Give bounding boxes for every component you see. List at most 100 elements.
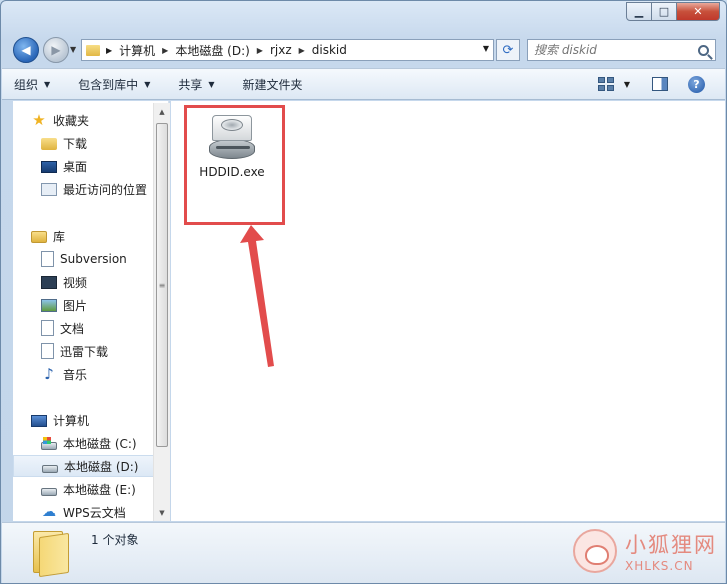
nav-desktop[interactable]: 桌面 bbox=[13, 155, 154, 177]
nav-label: 下载 bbox=[63, 136, 88, 151]
nav-videos[interactable]: 视频 bbox=[13, 271, 154, 293]
breadcrumb: 计算机 ▶ 本地磁盘 (D:) ▶ rjxz ▶ diskid bbox=[119, 42, 347, 59]
share-menu[interactable]: 共享 ▼ bbox=[178, 76, 230, 93]
history-dropdown[interactable]: ▼ bbox=[70, 45, 76, 54]
nav-music[interactable]: ♪ 音乐 bbox=[13, 363, 154, 385]
recent-places-icon bbox=[41, 183, 57, 196]
close-button[interactable]: ✕ bbox=[677, 2, 720, 21]
nav-wps-cloud[interactable]: ☁ WPS云文档 bbox=[13, 501, 154, 521]
share-label: 共享 bbox=[178, 77, 203, 92]
nav-subversion[interactable]: Subversion bbox=[13, 248, 154, 270]
watermark-en: XHLKS.CN bbox=[625, 559, 694, 573]
item-count: 1 个对象 bbox=[91, 533, 139, 547]
back-button[interactable]: ◀ bbox=[13, 37, 39, 63]
nav-label: 视频 bbox=[63, 275, 88, 290]
music-note-icon: ♪ bbox=[44, 365, 54, 383]
nav-label: 计算机 bbox=[53, 413, 90, 428]
scroll-thumb[interactable]: ≡ bbox=[156, 123, 168, 447]
nav-drive-e[interactable]: 本地磁盘 (E:) bbox=[13, 478, 154, 500]
command-bar: 组织 ▼ 包含到库中 ▼ 共享 ▼ 新建文件夹 ▼ ? bbox=[2, 68, 725, 100]
file-list-area[interactable]: HDDID.exe bbox=[171, 101, 725, 521]
watermark: 小狐狸网 XHLKS.CN bbox=[573, 529, 717, 573]
nav-label: 最近访问的位置 bbox=[63, 182, 148, 197]
nav-label: 本地磁盘 (D:) bbox=[64, 459, 139, 474]
arrow-left-icon: ◀ bbox=[21, 43, 31, 57]
crumb-drive-d[interactable]: 本地磁盘 (D:) bbox=[175, 42, 249, 59]
preview-pane-icon[interactable] bbox=[652, 77, 668, 91]
nav-pictures[interactable]: 图片 bbox=[13, 294, 154, 316]
folder-icon bbox=[86, 44, 100, 56]
address-bar[interactable]: ▶ 计算机 ▶ 本地磁盘 (D:) ▶ rjxz ▶ diskid ▼ bbox=[81, 39, 494, 61]
chevron-right-icon[interactable]: ▶ bbox=[257, 46, 263, 55]
document-library-icon bbox=[41, 251, 54, 267]
library-icon bbox=[31, 231, 47, 243]
navigation-pane: ★ 收藏夹 下载 桌面 最近访问的位置 库 Subversion 视频 图片 文… bbox=[13, 101, 169, 521]
nav-recent[interactable]: 最近访问的位置 bbox=[13, 178, 154, 200]
folder-icon bbox=[33, 531, 71, 578]
nav-pane-scrollbar[interactable]: ▲ ≡ ▼ bbox=[153, 103, 170, 521]
include-library-label: 包含到库中 bbox=[78, 77, 139, 92]
maximize-button[interactable]: □ bbox=[652, 2, 677, 21]
desktop-icon bbox=[41, 161, 57, 173]
nav-label: Subversion bbox=[60, 252, 127, 266]
explorer-window: ▁ □ ✕ ◀ ▶ ▼ ▶ 计算机 ▶ 本地磁盘 (D:) ▶ rjxz ▶ d… bbox=[0, 0, 727, 584]
document-icon bbox=[41, 320, 54, 336]
view-mode-icon[interactable] bbox=[597, 77, 614, 91]
toolbar-right: ▼ ? bbox=[597, 69, 725, 99]
system-drive-icon bbox=[41, 437, 57, 450]
nav-drive-c[interactable]: 本地磁盘 (C:) bbox=[13, 432, 154, 454]
forward-button[interactable]: ▶ bbox=[43, 37, 69, 63]
new-folder-button[interactable]: 新建文件夹 bbox=[243, 76, 319, 93]
search-input[interactable] bbox=[534, 43, 698, 57]
scroll-up-icon[interactable]: ▲ bbox=[154, 103, 170, 120]
nav-label: 音乐 bbox=[63, 367, 88, 382]
crumb-computer[interactable]: 计算机 bbox=[119, 42, 155, 59]
caption-buttons: ▁ □ ✕ bbox=[626, 2, 720, 21]
caret-down-icon: ▼ bbox=[44, 79, 51, 89]
nav-label: 本地磁盘 (E:) bbox=[63, 482, 136, 497]
nav-libraries[interactable]: 库 bbox=[13, 225, 154, 247]
nav-drive-d[interactable]: 本地磁盘 (D:) bbox=[13, 455, 154, 477]
crumb-rjxz[interactable]: rjxz bbox=[270, 43, 292, 57]
nav-label: 文档 bbox=[60, 321, 85, 336]
refresh-icon: ⟳ bbox=[502, 42, 514, 58]
nav-documents[interactable]: 文档 bbox=[13, 317, 154, 339]
search-icon[interactable] bbox=[698, 44, 709, 56]
navigation-row: ◀ ▶ ▼ ▶ 计算机 ▶ 本地磁盘 (D:) ▶ rjxz ▶ diskid … bbox=[1, 31, 726, 67]
chevron-right-icon[interactable]: ▶ bbox=[162, 46, 168, 55]
view-caret-icon[interactable]: ▼ bbox=[624, 80, 630, 89]
watermark-cn: 小狐狸网 bbox=[625, 533, 717, 557]
download-folder-icon bbox=[41, 138, 57, 150]
scroll-down-icon[interactable]: ▼ bbox=[154, 504, 170, 521]
nav-label: 本地磁盘 (C:) bbox=[63, 436, 137, 451]
star-icon: ★ bbox=[32, 111, 46, 129]
caret-down-icon: ▼ bbox=[208, 79, 215, 89]
nav-label: 库 bbox=[53, 229, 66, 244]
chevron-right-icon: ▶ bbox=[106, 45, 113, 55]
nav-label: 图片 bbox=[63, 298, 88, 313]
crumb-diskid[interactable]: diskid bbox=[312, 43, 347, 57]
chevron-right-icon[interactable]: ▶ bbox=[299, 46, 305, 55]
nav-label: 迅雷下载 bbox=[60, 344, 109, 359]
nav-xunlei[interactable]: 迅雷下载 bbox=[13, 340, 154, 362]
include-library-menu[interactable]: 包含到库中 ▼ bbox=[78, 76, 166, 93]
nav-label: 桌面 bbox=[63, 159, 88, 174]
nav-downloads[interactable]: 下载 bbox=[13, 132, 154, 154]
download-library-icon bbox=[41, 343, 54, 359]
arrow-right-icon: ▶ bbox=[51, 43, 61, 57]
nav-computer[interactable]: 计算机 bbox=[13, 409, 154, 431]
drive-icon bbox=[42, 464, 58, 473]
refresh-button[interactable]: ⟳ bbox=[496, 39, 520, 61]
minimize-button[interactable]: ▁ bbox=[626, 2, 652, 21]
help-icon[interactable]: ? bbox=[688, 75, 705, 93]
computer-icon bbox=[31, 414, 47, 427]
film-icon bbox=[41, 276, 57, 289]
nav-favorites[interactable]: ★ 收藏夹 bbox=[13, 109, 154, 131]
new-folder-label: 新建文件夹 bbox=[242, 77, 303, 92]
annotation-arrow bbox=[240, 225, 274, 367]
picture-icon bbox=[41, 299, 57, 312]
caret-down-icon: ▼ bbox=[144, 79, 151, 89]
organize-menu[interactable]: 组织 ▼ bbox=[14, 76, 66, 93]
nav-label: 收藏夹 bbox=[53, 113, 90, 128]
chevron-down-icon[interactable]: ▼ bbox=[483, 44, 489, 53]
